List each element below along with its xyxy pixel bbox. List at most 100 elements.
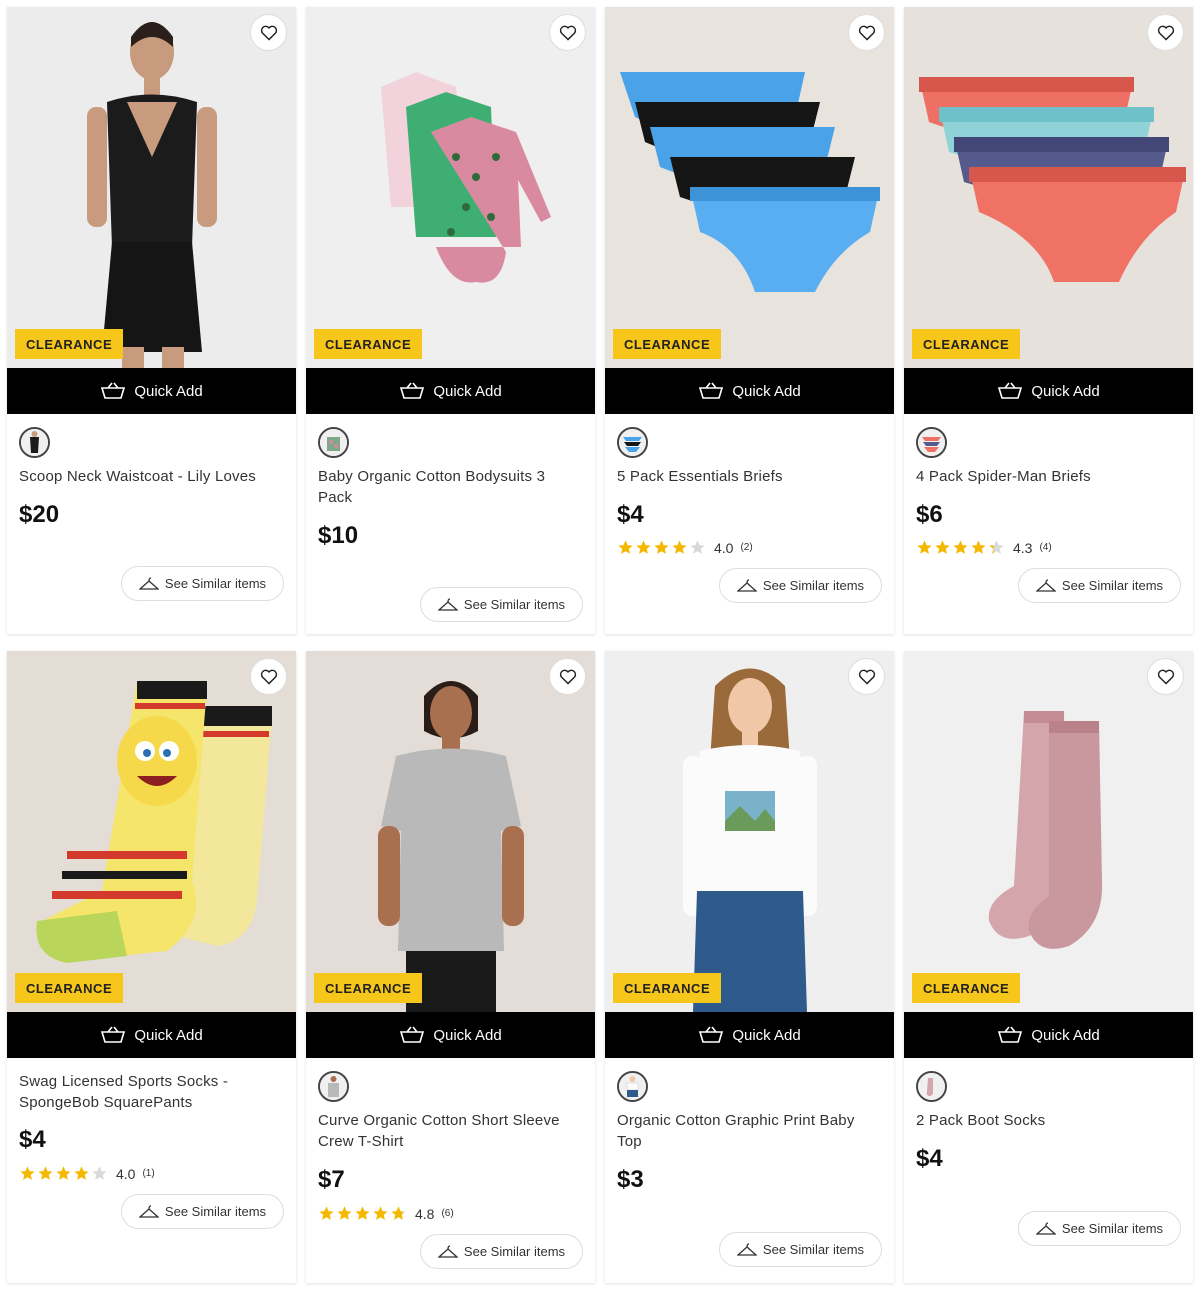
basket-icon <box>699 382 724 399</box>
see-similar-button[interactable]: See Similar items <box>1018 1211 1181 1246</box>
product-card[interactable]: CLEARANCE Quick Add 2 Pack Boot Socks $4… <box>904 651 1193 1283</box>
wishlist-button[interactable] <box>549 658 586 695</box>
wishlist-button[interactable] <box>250 658 287 695</box>
product-image[interactable] <box>306 7 595 368</box>
product-card[interactable]: CLEARANCE Quick Add Scoop Neck Waistcoat… <box>7 7 296 634</box>
color-swatch[interactable] <box>617 1071 648 1102</box>
quick-add-button[interactable]: Quick Add <box>306 368 595 414</box>
product-title[interactable]: 2 Pack Boot Socks <box>916 1110 1181 1131</box>
see-similar-label: See Similar items <box>164 576 267 591</box>
rating-value: 4.0 <box>714 539 734 556</box>
product-card[interactable]: CLEARANCE Quick Add Organic Cotton Graph… <box>605 651 894 1283</box>
product-image[interactable] <box>605 7 894 368</box>
basket-icon <box>101 1026 126 1043</box>
rating-stars <box>19 1165 108 1182</box>
product-rating: 4.8 (6) <box>318 1205 454 1222</box>
quick-add-button[interactable]: Quick Add <box>904 368 1193 414</box>
product-title[interactable]: 5 Pack Essentials Briefs <box>617 466 882 487</box>
product-card[interactable]: CLEARANCE Quick Add Curve Organic Cotton… <box>306 651 595 1283</box>
product-card[interactable]: CLEARANCE Quick Add Swag Licensed Sports… <box>7 651 296 1283</box>
product-card[interactable]: CLEARANCE Quick Add 4 Pack Spider-Man Br… <box>904 7 1193 634</box>
basket-icon <box>699 1026 724 1043</box>
product-image[interactable] <box>306 651 595 1012</box>
wishlist-button[interactable] <box>848 658 885 695</box>
heart-icon <box>1157 25 1174 41</box>
see-similar-label: See Similar items <box>463 597 566 612</box>
product-title[interactable]: Swag Licensed Sports Socks - SpongeBob S… <box>19 1071 284 1113</box>
product-rating: 4.0 (1) <box>19 1165 155 1182</box>
see-similar-button[interactable]: See Similar items <box>121 1194 284 1229</box>
clearance-badge: CLEARANCE <box>912 973 1021 1003</box>
star-icon <box>56 1166 71 1180</box>
color-swatch[interactable] <box>318 427 349 458</box>
clearance-badge: CLEARANCE <box>912 329 1021 359</box>
see-similar-button[interactable]: See Similar items <box>1018 568 1181 603</box>
see-similar-label: See Similar items <box>1061 1221 1164 1236</box>
rating-count: (4) <box>1039 542 1052 553</box>
wishlist-button[interactable] <box>549 14 586 51</box>
product-image[interactable] <box>904 7 1193 368</box>
rating-value: 4.0 <box>116 1165 136 1182</box>
color-swatch[interactable] <box>916 1071 947 1102</box>
hanger-icon <box>138 1204 159 1218</box>
rating-count: (1) <box>142 1168 155 1179</box>
product-image[interactable] <box>7 651 296 1012</box>
product-image[interactable] <box>7 7 296 368</box>
color-swatch[interactable] <box>617 427 648 458</box>
heart-icon <box>559 25 576 41</box>
product-title[interactable]: Curve Organic Cotton Short Sleeve Crew T… <box>318 1110 583 1152</box>
star-icon <box>337 1206 352 1220</box>
rating-value: 4.3 <box>1013 539 1033 556</box>
see-similar-label: See Similar items <box>762 578 865 593</box>
product-price: $7 <box>318 1166 345 1193</box>
product-grid: CLEARANCE Quick Add Scoop Neck Waistcoat… <box>0 0 1200 1290</box>
hanger-icon <box>1035 578 1056 592</box>
product-title[interactable]: Scoop Neck Waistcoat - Lily Loves <box>19 466 284 487</box>
product-title[interactable]: Baby Organic Cotton Bodysuits 3 Pack <box>318 466 583 508</box>
product-card[interactable]: CLEARANCE Quick Add 5 Pack Essentials Br… <box>605 7 894 634</box>
quick-add-button[interactable]: Quick Add <box>306 1012 595 1058</box>
see-similar-button[interactable]: See Similar items <box>719 1232 882 1267</box>
clearance-badge: CLEARANCE <box>314 973 423 1003</box>
star-icon <box>38 1166 53 1180</box>
star-icon <box>989 540 1004 554</box>
product-price: $4 <box>19 1126 46 1153</box>
quick-add-label: Quick Add <box>433 382 502 400</box>
star-icon <box>355 1206 370 1220</box>
basket-icon <box>400 1026 425 1043</box>
wishlist-button[interactable] <box>1147 14 1184 51</box>
see-similar-button[interactable]: See Similar items <box>719 568 882 603</box>
heart-icon <box>1157 669 1174 685</box>
see-similar-button[interactable]: See Similar items <box>420 587 583 622</box>
product-price: $4 <box>617 501 644 528</box>
star-icon <box>74 1166 89 1180</box>
clearance-badge: CLEARANCE <box>613 973 722 1003</box>
product-title[interactable]: Organic Cotton Graphic Print Baby Top <box>617 1110 882 1152</box>
color-swatch[interactable] <box>916 427 947 458</box>
basket-icon <box>400 382 425 399</box>
see-similar-button[interactable]: See Similar items <box>420 1234 583 1269</box>
product-image[interactable] <box>605 651 894 1012</box>
see-similar-label: See Similar items <box>164 1204 267 1219</box>
wishlist-button[interactable] <box>848 14 885 51</box>
product-image[interactable] <box>904 651 1193 1012</box>
color-swatch[interactable] <box>318 1071 349 1102</box>
rating-value: 4.8 <box>415 1205 435 1222</box>
see-similar-button[interactable]: See Similar items <box>121 566 284 601</box>
quick-add-button[interactable]: Quick Add <box>7 368 296 414</box>
star-icon <box>690 540 705 554</box>
product-title[interactable]: 4 Pack Spider-Man Briefs <box>916 466 1181 487</box>
star-icon <box>672 540 687 554</box>
quick-add-button[interactable]: Quick Add <box>7 1012 296 1058</box>
product-rating: 4.0 (2) <box>617 539 753 556</box>
basket-icon <box>998 382 1023 399</box>
wishlist-button[interactable] <box>1147 658 1184 695</box>
quick-add-button[interactable]: Quick Add <box>605 368 894 414</box>
wishlist-button[interactable] <box>250 14 287 51</box>
rating-stars <box>617 539 706 556</box>
color-swatch[interactable] <box>19 427 50 458</box>
quick-add-button[interactable]: Quick Add <box>904 1012 1193 1058</box>
quick-add-button[interactable]: Quick Add <box>605 1012 894 1058</box>
product-card[interactable]: CLEARANCE Quick Add Baby Organic Cotton … <box>306 7 595 634</box>
star-icon <box>92 1166 107 1180</box>
